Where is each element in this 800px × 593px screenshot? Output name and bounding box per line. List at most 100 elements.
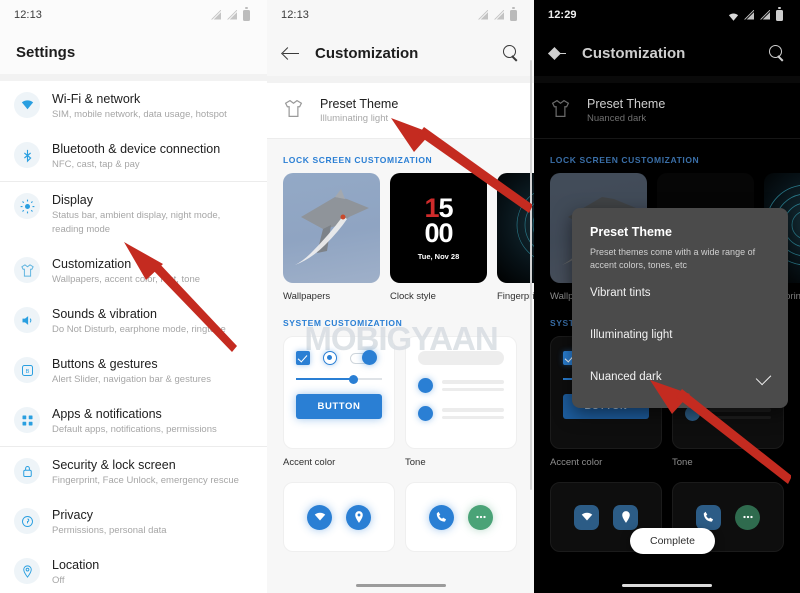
- check-icon: [755, 369, 772, 385]
- app-bar: Customization: [267, 30, 534, 76]
- system-cards: BUTTON Accent color Tone: [267, 336, 534, 468]
- item-subtitle: Default apps, notifications, permissions: [52, 424, 217, 435]
- divider: [267, 76, 534, 83]
- sidebar-item-bluetooth[interactable]: Bluetooth & device connection NFC, cast,…: [0, 131, 267, 181]
- item-title: Display: [52, 193, 93, 207]
- card-label: Tone: [672, 457, 693, 468]
- checkbox-sample: [296, 351, 310, 365]
- dialog-option-nuanced-dark[interactable]: Nuanced dark: [572, 356, 788, 398]
- search-icon[interactable]: [503, 44, 520, 62]
- option-label: Illuminating light: [590, 329, 673, 341]
- dialog-description: Preset themes come with a wide range of …: [590, 247, 756, 270]
- sidebar-item-privacy[interactable]: Privacy Permissions, personal data: [0, 497, 267, 547]
- clock-minute: 00: [424, 217, 453, 248]
- status-icons: [211, 9, 254, 21]
- dialog-option-vibrant-tints[interactable]: Vibrant tints: [572, 272, 788, 314]
- item-subtitle: NFC, cast, tap & pay: [52, 159, 140, 170]
- panel-customization-light: 12:13 Customization Preset Theme Illumin…: [267, 0, 534, 593]
- lock-screen-section-header: LOCK SCREEN CUSTOMIZATION: [550, 155, 700, 165]
- page-title-bar: Settings: [0, 30, 267, 74]
- divider: [0, 74, 267, 81]
- preset-theme-title: Preset Theme: [320, 97, 399, 111]
- sidebar-item-customization[interactable]: Customization Wallpapers, accent color, …: [0, 246, 267, 296]
- clock-thumbnail: 15 00 Tue, Nov 28: [390, 173, 487, 283]
- preset-theme-row[interactable]: Preset Theme Nuanced dark: [534, 83, 800, 138]
- option-label: Nuanced dark: [590, 371, 662, 383]
- sidebar-item-sounds[interactable]: Sounds & vibration Do Not Disturb, earph…: [0, 296, 267, 346]
- item-title: Security & lock screen: [52, 458, 176, 472]
- sidebar-item-wifi[interactable]: Wi-Fi & network SIM, mobile network, dat…: [0, 81, 267, 131]
- item-subtitle: Wallpapers, accent color, font, tone: [52, 274, 201, 285]
- item-title: Sounds & vibration: [52, 307, 157, 321]
- wallpapers-card[interactable]: Wallpapers: [283, 173, 380, 302]
- pill-sample: [418, 351, 504, 365]
- tone-row: [418, 378, 504, 393]
- preset-theme-row[interactable]: Preset Theme Illuminating light: [267, 83, 534, 138]
- icon-pack-card-2[interactable]: [405, 482, 517, 552]
- divider: [534, 76, 800, 83]
- battery-icon: [776, 9, 787, 21]
- lock-icon: [14, 458, 40, 484]
- fingerprint-card[interactable]: Fingerpri: [497, 173, 534, 302]
- item-subtitle: SIM, mobile network, data usage, hotspot: [52, 109, 227, 120]
- privacy-icon: [14, 508, 40, 534]
- card-label: Wallpapers: [283, 291, 331, 302]
- item-subtitle: Permissions, personal data: [52, 525, 167, 536]
- more-icon: [468, 504, 493, 530]
- clock-style-card[interactable]: 15 00 Tue, Nov 28 Clock style: [390, 173, 487, 302]
- wallpaper-thumbnail: [283, 173, 380, 283]
- back-icon[interactable]: [550, 45, 566, 61]
- icon-cards: [267, 482, 534, 552]
- page-title: Customization: [582, 44, 686, 62]
- lock-screen-section-header: LOCK SCREEN CUSTOMIZATION: [283, 155, 433, 165]
- sidebar-item-security[interactable]: Security & lock screen Fingerprint, Face…: [0, 447, 267, 497]
- preset-theme-title: Preset Theme: [587, 97, 666, 111]
- signal2-off-icon: [494, 9, 505, 21]
- search-icon[interactable]: [769, 44, 786, 62]
- accent-preview: BUTTON: [283, 336, 395, 449]
- toggle-sample: [350, 350, 377, 366]
- location-icon: [14, 558, 40, 584]
- sidebar-item-display[interactable]: Display Status bar, ambient display, nig…: [0, 182, 267, 246]
- card-label: Accent color: [550, 457, 603, 468]
- preset-theme-value: Nuanced dark: [587, 113, 647, 124]
- card-label: Accent color: [283, 457, 336, 468]
- button-sample: BUTTON: [296, 394, 382, 419]
- card-label: Clock style: [390, 291, 436, 302]
- signal2-off-icon: [760, 9, 771, 21]
- scrollbar[interactable]: [530, 60, 532, 490]
- item-title: Wi-Fi & network: [52, 92, 141, 106]
- item-title: Apps & notifications: [52, 407, 162, 421]
- battery-icon: [510, 9, 521, 21]
- accent-color-card[interactable]: BUTTON Accent color: [283, 336, 395, 468]
- sound-icon: [14, 307, 40, 333]
- tone-card[interactable]: Tone: [405, 336, 517, 468]
- icon-pack-card-1[interactable]: [283, 482, 395, 552]
- sidebar-item-buttons[interactable]: B Buttons & gestures Alert Slider, navig…: [0, 346, 267, 396]
- item-title: Privacy: [52, 508, 93, 522]
- status-bar: 12:13: [0, 0, 267, 30]
- phone-icon: [429, 504, 454, 530]
- back-icon[interactable]: [283, 45, 299, 61]
- bars: [442, 408, 504, 419]
- clock-hour: 15: [424, 192, 453, 223]
- tone-row: [685, 406, 771, 421]
- status-bar: 12:29: [534, 0, 800, 30]
- bluetooth-icon: [14, 142, 40, 168]
- card-label: Tone: [405, 457, 426, 468]
- complete-button[interactable]: Complete: [630, 528, 715, 554]
- signal-off-icon: [478, 9, 489, 21]
- navigation-bar-handle: [622, 584, 712, 587]
- sidebar-item-apps[interactable]: Apps & notifications Default apps, notif…: [0, 396, 267, 446]
- status-clock: 12:29: [548, 9, 577, 21]
- fingerprint-thumbnail: [497, 173, 534, 283]
- shirt-icon: [283, 98, 304, 124]
- slider-sample: [296, 374, 382, 384]
- radio-sample: [323, 351, 337, 365]
- panel-settings: 12:13 Settings Wi-Fi & network SIM, mobi…: [0, 0, 267, 593]
- item-title: Location: [52, 558, 100, 572]
- item-subtitle: Do Not Disturb, earphone mode, ringtone: [52, 324, 226, 335]
- sidebar-item-location[interactable]: Location Off: [0, 547, 267, 593]
- dialog-option-illuminating-light[interactable]: Illuminating light: [572, 314, 788, 356]
- bars: [442, 380, 504, 391]
